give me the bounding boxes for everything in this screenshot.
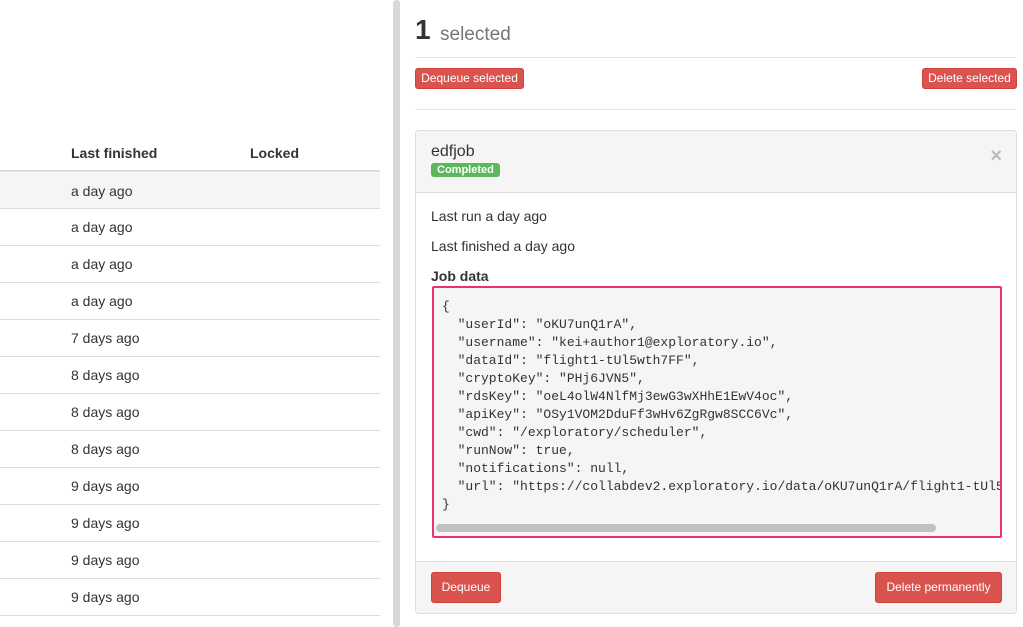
last-finished-cell: a day ago — [71, 219, 133, 235]
job-data-label: Job data — [431, 268, 489, 284]
delete-selected-button[interactable]: Delete selected — [922, 68, 1017, 89]
last-finished-cell: 9 days ago — [71, 589, 140, 605]
table-row[interactable]: 9 days ago — [0, 579, 380, 616]
job-data-code-block[interactable]: { "userId": "oKU7unQ1rA", "username": "k… — [432, 286, 1002, 538]
table-header: Last finished Locked — [0, 136, 380, 172]
table-row[interactable]: 9 days ago — [0, 468, 380, 505]
last-finished-cell: 9 days ago — [71, 552, 140, 568]
vertical-scrollbar[interactable] — [393, 0, 400, 627]
divider — [415, 109, 1017, 110]
job-list-pane: Last finished Locked a day ago a day ago… — [0, 0, 380, 627]
close-icon[interactable]: × — [990, 145, 1002, 168]
job-panel-footer: Dequeue Delete permanently — [416, 561, 1016, 613]
divider — [415, 57, 1017, 58]
last-finished-cell: 9 days ago — [71, 478, 140, 494]
last-run-text: Last run a day ago — [431, 208, 547, 224]
column-header-last-finished[interactable]: Last finished — [71, 145, 157, 161]
job-detail-panel: edfjob Completed × Last run a day ago La… — [415, 130, 1017, 614]
last-finished-cell: a day ago — [71, 183, 133, 199]
table-row[interactable]: a day ago — [0, 283, 380, 320]
last-finished-cell: 7 days ago — [71, 330, 140, 346]
table-row[interactable]: 9 days ago — [0, 542, 380, 579]
last-finished-cell: 8 days ago — [71, 441, 140, 457]
selected-label: selected — [440, 24, 511, 45]
table-row[interactable]: a day ago — [0, 173, 380, 209]
last-finished-cell: 8 days ago — [71, 367, 140, 383]
job-rows: a day ago a day ago a day ago a day ago … — [0, 173, 380, 616]
last-finished-text: Last finished a day ago — [431, 238, 575, 254]
horizontal-scrollbar[interactable] — [436, 524, 936, 532]
selection-detail-pane: 1 selected Dequeue selected Delete selec… — [403, 0, 1023, 627]
job-data-json: { "userId": "oKU7unQ1rA", "username": "k… — [442, 299, 1002, 512]
selected-count: 1 — [415, 14, 431, 45]
dequeue-selected-button[interactable]: Dequeue selected — [415, 68, 524, 89]
job-name: edfjob — [431, 143, 475, 160]
table-row[interactable]: 9 days ago — [0, 505, 380, 542]
last-finished-cell: 9 days ago — [71, 515, 140, 531]
last-finished-cell: 8 days ago — [71, 404, 140, 420]
table-row[interactable]: a day ago — [0, 209, 380, 246]
job-panel-header: edfjob Completed × — [416, 131, 1016, 193]
table-row[interactable]: 7 days ago — [0, 320, 380, 357]
column-header-locked[interactable]: Locked — [250, 145, 299, 161]
table-row[interactable]: a day ago — [0, 246, 380, 283]
table-row[interactable]: 8 days ago — [0, 394, 380, 431]
last-finished-cell: a day ago — [71, 293, 133, 309]
table-row[interactable]: 8 days ago — [0, 431, 380, 468]
last-finished-cell: a day ago — [71, 256, 133, 272]
status-badge: Completed — [431, 163, 500, 177]
table-row[interactable]: 8 days ago — [0, 357, 380, 394]
dequeue-button[interactable]: Dequeue — [431, 572, 501, 603]
delete-permanently-button[interactable]: Delete permanently — [875, 572, 1002, 603]
